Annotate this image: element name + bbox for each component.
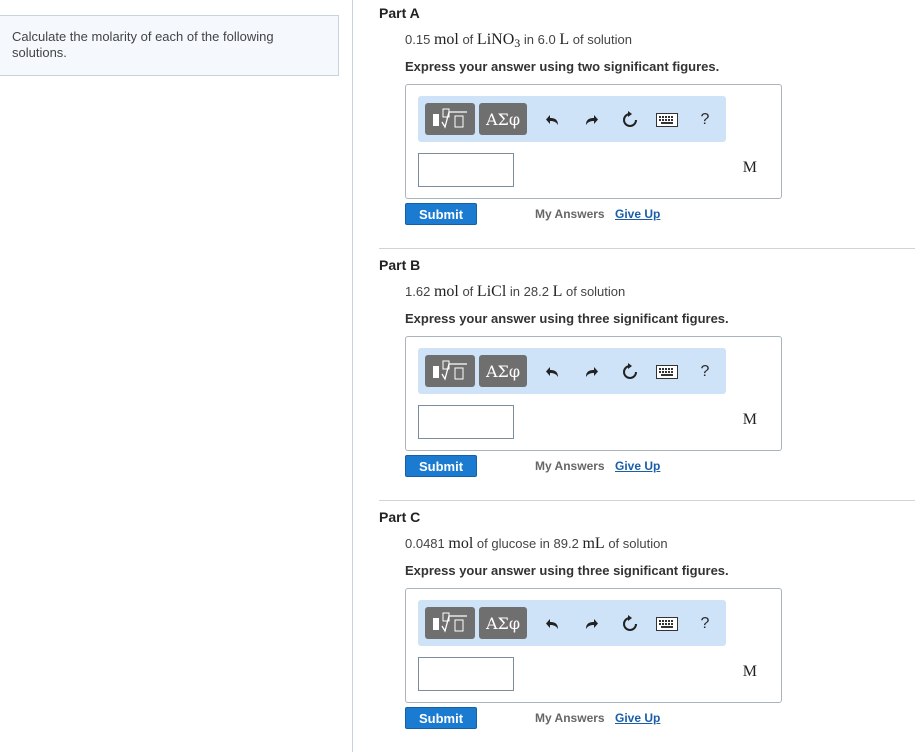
sidebar: Calculate the molarity of each of the fo…	[0, 0, 353, 752]
templates-button[interactable]	[425, 103, 475, 135]
answer-input[interactable]	[418, 405, 514, 439]
answer-unit: M	[742, 411, 757, 428]
keyboard-button[interactable]	[656, 109, 678, 131]
intro-box: Calculate the molarity of each of the fo…	[0, 15, 339, 76]
divider	[379, 500, 915, 501]
main-content: Part A 0.15 mol of LiNO3 in 6.0 L of sol…	[353, 0, 915, 752]
help-button[interactable]: ?	[694, 613, 716, 635]
reset-button[interactable]	[619, 613, 641, 635]
undo-button[interactable]	[542, 109, 564, 131]
keyboard-icon	[656, 617, 678, 631]
answer-box: ΑΣφ ? M	[405, 84, 782, 199]
volume: 89.2	[553, 536, 579, 551]
undo-button[interactable]	[542, 613, 564, 635]
keyboard-button[interactable]	[656, 613, 678, 635]
unit-volume: L	[559, 31, 570, 48]
in-text: in	[539, 536, 550, 551]
symbols-button[interactable]: ΑΣφ	[479, 355, 527, 387]
undo-icon	[546, 619, 558, 629]
redo-icon	[586, 619, 598, 629]
question-text: 0.0481 mol of glucose in 89.2 mL of solu…	[405, 535, 668, 553]
templates-icon	[433, 612, 467, 633]
give-up-link[interactable]: Give Up	[615, 711, 660, 725]
keyboard-icon	[656, 113, 678, 127]
part-title: Part C	[379, 509, 421, 525]
answer-input[interactable]	[418, 657, 514, 691]
volume: 28.2	[523, 284, 549, 299]
submit-button[interactable]: Submit	[405, 203, 477, 225]
in-text: in	[523, 32, 534, 47]
divider	[379, 248, 915, 249]
redo-button[interactable]	[580, 361, 602, 383]
redo-button[interactable]	[580, 613, 602, 635]
volume: 6.0	[537, 32, 556, 47]
undo-button[interactable]	[542, 361, 564, 383]
undo-icon	[546, 367, 558, 377]
unit-mol: mol	[448, 535, 474, 552]
part-title: Part A	[379, 5, 420, 21]
my-answers-link[interactable]: My Answers	[535, 207, 605, 221]
my-answers-link[interactable]: My Answers	[535, 711, 605, 725]
templates-button[interactable]	[425, 355, 475, 387]
amount: 0.15	[405, 32, 431, 47]
unit-mol: mol	[433, 31, 459, 48]
reset-icon	[623, 615, 637, 631]
page: Calculate the molarity of each of the fo…	[0, 0, 915, 752]
intro-text: Calculate the molarity of each of the fo…	[12, 29, 274, 60]
symbols-button[interactable]: ΑΣφ	[479, 103, 527, 135]
my-answers-link[interactable]: My Answers	[535, 459, 605, 473]
templates-button[interactable]	[425, 607, 475, 639]
submit-button[interactable]: Submit	[405, 707, 477, 729]
instruction: Express your answer using three signific…	[405, 311, 729, 326]
of-solution-text: of solution	[608, 536, 668, 551]
unit-volume: L	[552, 283, 563, 300]
math-toolbar: ΑΣφ ?	[418, 600, 726, 646]
redo-button[interactable]	[580, 109, 602, 131]
question-text: 1.62 mol of LiCl in 28.2 L of solution	[405, 283, 625, 301]
answer-unit: M	[742, 663, 757, 680]
undo-icon	[546, 115, 558, 125]
keyboard-icon	[656, 365, 678, 379]
keyboard-button[interactable]	[656, 361, 678, 383]
of-solution-text: of solution	[572, 32, 632, 47]
reset-button[interactable]	[619, 109, 641, 131]
amount: 0.0481	[405, 536, 445, 551]
math-toolbar: ΑΣφ ?	[418, 96, 726, 142]
question-text: 0.15 mol of LiNO3 in 6.0 L of solution	[405, 31, 632, 50]
redo-icon	[586, 367, 598, 377]
help-button[interactable]: ?	[694, 109, 716, 131]
redo-icon	[586, 115, 598, 125]
reset-icon	[623, 363, 637, 379]
answer-unit: M	[742, 159, 757, 176]
symbols-button[interactable]: ΑΣφ	[479, 607, 527, 639]
unit-mol: mol	[433, 283, 459, 300]
of-solution-text: of solution	[565, 284, 626, 299]
of-text: of	[462, 32, 474, 47]
of-text: of	[462, 284, 474, 299]
submit-button[interactable]: Submit	[405, 455, 477, 477]
of-glucose-text: of glucose	[476, 536, 537, 551]
substance: LiCl	[476, 283, 507, 300]
in-text: in	[509, 284, 521, 299]
unit-volume: mL	[582, 535, 605, 552]
reset-icon	[623, 111, 637, 127]
substance: LiNO3	[476, 31, 521, 50]
instruction: Express your answer using three signific…	[405, 563, 729, 578]
give-up-link[interactable]: Give Up	[615, 459, 660, 473]
help-button[interactable]: ?	[694, 361, 716, 383]
answer-input[interactable]	[418, 153, 514, 187]
answer-box: ΑΣφ ? M	[405, 336, 782, 451]
part-title: Part B	[379, 257, 421, 273]
templates-icon	[433, 108, 467, 129]
reset-button[interactable]	[619, 361, 641, 383]
give-up-link[interactable]: Give Up	[615, 207, 660, 221]
amount: 1.62	[405, 284, 431, 299]
instruction: Express your answer using two significan…	[405, 59, 720, 74]
math-toolbar: ΑΣφ ?	[418, 348, 726, 394]
templates-icon	[433, 360, 467, 381]
answer-box: ΑΣφ ? M	[405, 588, 782, 703]
